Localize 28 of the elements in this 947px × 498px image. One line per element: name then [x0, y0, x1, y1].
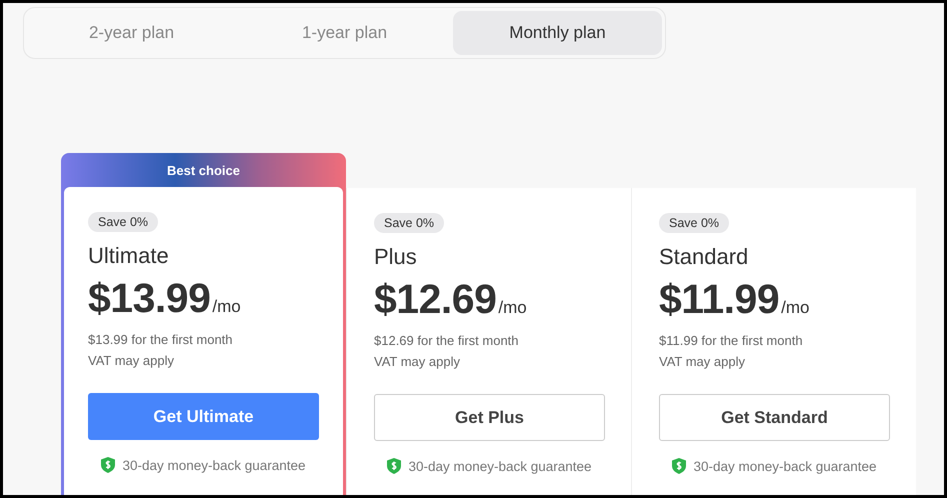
plan-price: $13.99 [88, 275, 210, 322]
best-choice-label: Best choice [166, 162, 241, 180]
first-month-note: $11.99 for the first month [659, 333, 803, 348]
plan-name: Plus [374, 244, 417, 270]
get-plan-button[interactable]: Get Plus [374, 394, 605, 441]
plan-name: Standard [659, 244, 748, 270]
price-unit: /mo [498, 298, 527, 318]
guarantee-text: 30-day money-back guarantee [122, 458, 306, 472]
shield-dollar-icon [387, 458, 402, 474]
guarantee-text: 30-day money-back guarantee [693, 458, 877, 474]
save-badge: Save 0% [374, 213, 444, 233]
guarantee-text: 30-day money-back guarantee [408, 458, 592, 474]
price-unit: /mo [781, 298, 810, 318]
save-badge: Save 0% [659, 213, 730, 233]
shield-dollar-icon [672, 458, 686, 474]
plan-price: $11.99 [659, 276, 780, 323]
plan-tab[interactable]: Monthly plan [453, 11, 662, 55]
get-plan-button[interactable]: Get Standard [659, 394, 890, 441]
shield-dollar-icon [101, 457, 116, 473]
plan-name: Ultimate [88, 243, 169, 269]
first-month-note: $12.69 for the first month [374, 333, 519, 348]
vat-note: VAT may apply [659, 354, 745, 369]
vat-note: VAT may apply [374, 354, 460, 369]
first-month-note: $13.99 for the first month [88, 332, 233, 347]
plan-price: $12.69 [374, 276, 496, 323]
price-unit: /mo [212, 297, 241, 317]
save-badge: Save 0% [88, 212, 158, 232]
vat-note: VAT may apply [88, 353, 174, 368]
